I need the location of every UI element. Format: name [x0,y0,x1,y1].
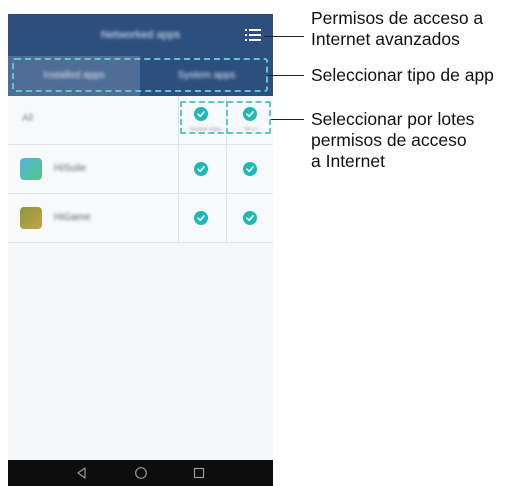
callout-batch-line2: permisos de acceso [311,130,467,150]
callout-menu: Permisos de acceso a Internet avanzados [311,8,483,50]
callout-menu-line1: Permisos de acceso a [311,8,484,28]
callout-menu-line2: Internet avanzados [311,29,460,49]
menu-icon[interactable] [245,29,261,41]
callout-tabs-line: Seleccionar tipo de app [311,65,494,85]
column-divider [178,96,179,243]
callout-leader-batch [271,119,304,120]
home-circle-icon[interactable] [134,466,148,480]
app-bar: Networked apps [8,14,273,56]
recent-square-icon[interactable] [192,466,206,480]
page-title: Networked apps [100,29,181,41]
system-nav-bar [8,460,273,486]
app-name: HiGame [54,212,91,223]
annotated-screenshot: Networked apps Installed apps System app… [0,0,525,486]
callout-tabs: Seleccionar tipo de app [311,65,494,86]
back-triangle-icon[interactable] [75,466,89,480]
callout-leader-tabs [268,75,304,76]
app-list: All Mobile data Wi-Fi HiSuite HiGame [8,96,273,460]
mobile-data-check[interactable] [194,211,208,225]
callout-batch-line1: Seleccionar por lotes [311,109,475,129]
tabs-highlight-box [12,58,268,92]
batch-select-highlight-divider [226,101,228,134]
wifi-check[interactable] [243,162,257,176]
all-label: All [22,113,34,124]
wifi-check[interactable] [243,211,257,225]
app-icon [20,158,42,180]
app-name: HiSuite [54,163,87,174]
app-icon [20,207,42,229]
list-item: HiGame [8,194,273,243]
list-item: HiSuite [8,145,273,194]
callout-leader-menu [264,36,304,37]
mobile-data-check[interactable] [194,162,208,176]
callout-batch: Seleccionar por lotes permisos de acceso… [311,109,474,172]
callout-batch-line3: a Internet [311,151,385,171]
